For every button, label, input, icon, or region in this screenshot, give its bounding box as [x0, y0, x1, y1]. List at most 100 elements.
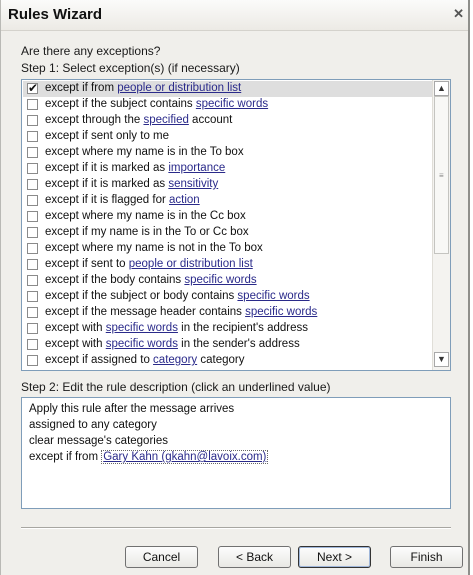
condition-row[interactable]: ✔ except if from people or distribution l…	[23, 81, 433, 97]
condition-label: except if it is marked as sensitivity	[45, 178, 218, 190]
condition-label: except if the subject contains specific …	[45, 98, 268, 110]
condition-row[interactable]: except if assigned to category category	[23, 353, 433, 369]
condition-text: except if assigned to	[45, 354, 154, 366]
condition-value-link[interactable]: people or distribution list	[117, 82, 241, 94]
condition-checkbox[interactable]	[27, 131, 38, 142]
condition-text: except if sent only to me	[45, 130, 170, 142]
condition-label: except where my name is in the To box	[45, 146, 244, 158]
condition-text: except with	[45, 338, 106, 350]
condition-checkbox[interactable]	[27, 147, 38, 158]
condition-row[interactable]: except if the subject contains specific …	[23, 97, 433, 113]
condition-value-link[interactable]: specific words	[106, 338, 178, 350]
condition-checkbox[interactable]	[27, 259, 38, 270]
condition-text: except where my name is in the Cc box	[45, 210, 246, 222]
next-button[interactable]: Next >	[298, 546, 371, 568]
condition-label: except if it is flagged for action	[45, 194, 200, 206]
condition-checkbox[interactable]	[27, 227, 38, 238]
exceptions-prompt: Are there any exceptions?	[21, 44, 161, 58]
condition-label: except through the specified account	[45, 114, 232, 126]
condition-text: account	[188, 114, 233, 126]
condition-value-link[interactable]: people or distribution list	[129, 258, 253, 270]
step1-label: Step 1: Select exception(s) (if necessar…	[21, 61, 240, 75]
condition-value-link[interactable]: action	[169, 194, 200, 206]
scroll-thumb[interactable]: ≡	[434, 96, 449, 254]
condition-text: except with	[45, 322, 106, 334]
condition-label: except if sent to people or distribution…	[45, 258, 253, 270]
condition-row[interactable]: except if the body contains specific wor…	[23, 273, 433, 289]
finish-button[interactable]: Finish	[390, 546, 463, 568]
condition-checkbox[interactable]	[27, 179, 38, 190]
description-line: Apply this rule after the message arrive…	[29, 403, 235, 415]
condition-checkbox[interactable]: ✔	[27, 81, 39, 95]
condition-row[interactable]: except with specific words in the recipi…	[23, 321, 433, 337]
condition-checkbox[interactable]	[27, 355, 38, 366]
condition-checkbox[interactable]	[27, 275, 38, 286]
condition-checkbox[interactable]	[27, 115, 38, 126]
condition-row[interactable]: except if sent only to me	[23, 129, 433, 145]
condition-value-link[interactable]: category	[153, 354, 197, 366]
condition-row[interactable]: except with specific words in the sender…	[23, 337, 433, 353]
check-icon: ✔	[28, 81, 39, 95]
condition-label: except if it is marked as importance	[45, 162, 225, 174]
sender-link[interactable]: Gary Kahn (gkahn@lavoix.com)	[101, 450, 269, 464]
condition-text: in the sender's address	[177, 338, 300, 350]
condition-label: except where my name is in the Cc box	[45, 210, 246, 222]
description-line-exception: except if from Gary Kahn (gkahn@lavoix.c…	[29, 450, 269, 464]
condition-row[interactable]: except if the message header contains sp…	[23, 305, 433, 321]
condition-row[interactable]: except if it is marked as sensitivity	[23, 177, 433, 193]
condition-value-link[interactable]: specific words	[196, 98, 268, 110]
condition-checkbox[interactable]	[27, 99, 38, 110]
condition-value-link[interactable]: specified	[143, 114, 188, 126]
condition-row[interactable]: except if my name is in the To or Cc box	[23, 225, 433, 241]
condition-row[interactable]: except where my name is in the Cc box	[23, 209, 433, 225]
condition-label: except if from people or distribution li…	[45, 82, 241, 94]
description-text: except if from	[29, 451, 102, 463]
scroll-up-icon[interactable]: ▲	[434, 81, 449, 96]
condition-value-link[interactable]: importance	[168, 162, 225, 174]
condition-text: except where my name is in the To box	[45, 146, 244, 158]
condition-value-link[interactable]: specific words	[184, 274, 256, 286]
condition-checkbox[interactable]	[27, 243, 38, 254]
condition-text: except through the	[45, 114, 144, 126]
condition-checkbox[interactable]	[27, 291, 38, 302]
condition-text: category	[197, 354, 245, 366]
condition-label: except if assigned to category category	[45, 354, 244, 366]
close-icon[interactable]: ✕	[453, 6, 464, 22]
condition-row[interactable]: except where my name is not in the To bo…	[23, 241, 433, 257]
list-scrollbar[interactable]: ▲ ≡ ▼	[432, 80, 450, 370]
condition-label: except if the message header contains sp…	[45, 306, 317, 318]
condition-label: except with specific words in the sender…	[45, 338, 300, 350]
condition-label: except where my name is not in the To bo…	[45, 242, 263, 254]
condition-value-link[interactable]: specific words	[245, 306, 317, 318]
condition-label: except if sent only to me	[45, 130, 169, 142]
condition-row[interactable]: except if the subject or body contains s…	[23, 289, 433, 305]
cancel-button[interactable]: Cancel	[125, 546, 198, 568]
condition-text: in the recipient's address	[177, 322, 308, 334]
step2-label: Step 2: Edit the rule description (click…	[21, 380, 331, 394]
condition-row[interactable]: except through the specified account	[23, 113, 433, 129]
condition-text: except if the subject or body contains	[45, 290, 238, 302]
condition-checkbox[interactable]	[27, 339, 38, 350]
condition-label: except if my name is in the To or Cc box	[45, 226, 249, 238]
condition-value-link[interactable]: specific words	[237, 290, 309, 302]
description-line: clear message's categories	[29, 435, 168, 447]
scroll-down-icon[interactable]: ▼	[434, 352, 449, 367]
condition-checkbox[interactable]	[27, 307, 38, 318]
condition-checkbox[interactable]	[27, 163, 38, 174]
condition-row[interactable]: except where my name is in the To box	[23, 145, 433, 161]
condition-checkbox[interactable]	[27, 323, 38, 334]
condition-row[interactable]: except if it is flagged for action	[23, 193, 433, 209]
condition-value-link[interactable]: sensitivity	[168, 178, 218, 190]
condition-label: except if the body contains specific wor…	[45, 274, 257, 286]
grip-icon: ≡	[439, 171, 444, 180]
condition-row[interactable]: except if it is marked as importance	[23, 161, 433, 177]
condition-row[interactable]: except if sent to people or distribution…	[23, 257, 433, 273]
condition-text: except if the body contains	[45, 274, 185, 286]
back-button[interactable]: < Back	[218, 546, 291, 568]
condition-value-link[interactable]: specific words	[106, 322, 178, 334]
condition-checkbox[interactable]	[27, 211, 38, 222]
description-line: assigned to any category	[29, 419, 157, 431]
condition-checkbox[interactable]	[27, 195, 38, 206]
condition-text: except if it is marked as	[45, 162, 169, 174]
title-bar: Rules Wizard ✕	[1, 0, 468, 31]
